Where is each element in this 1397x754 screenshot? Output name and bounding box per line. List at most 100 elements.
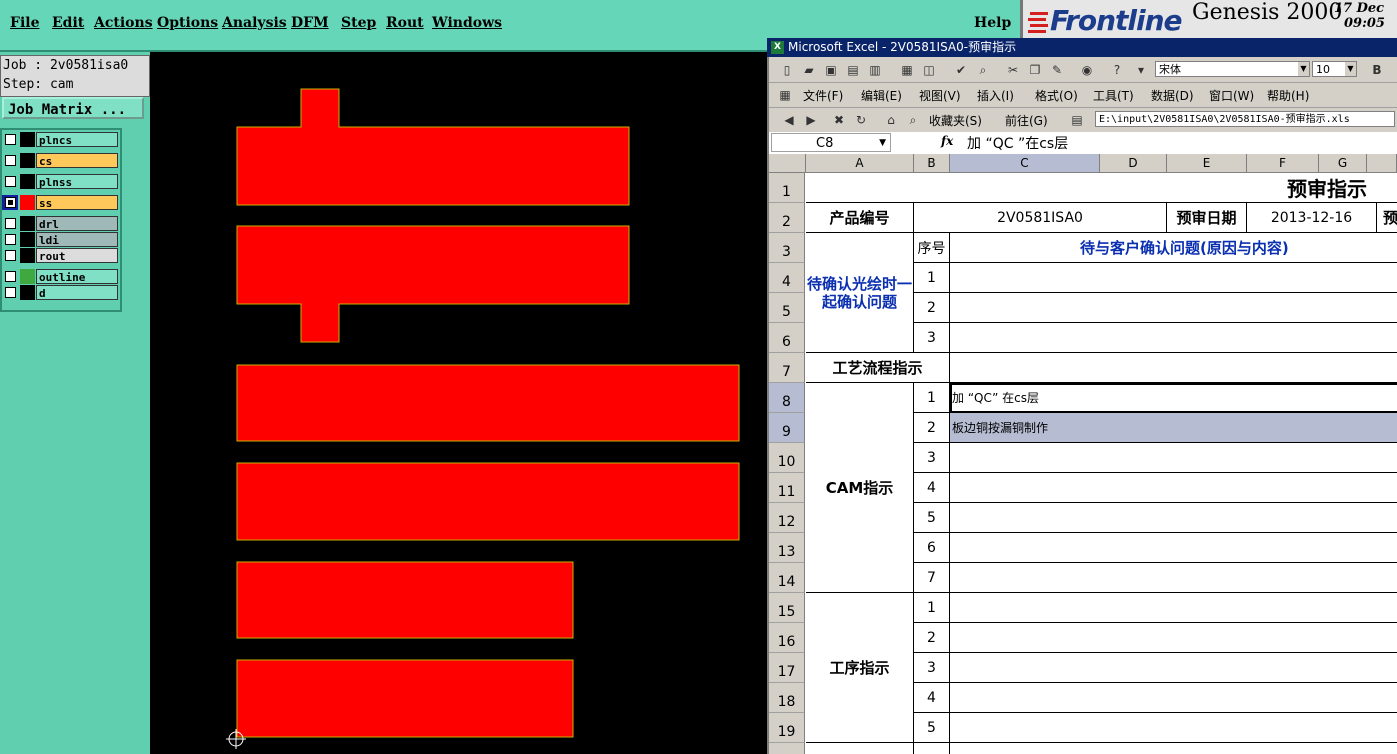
menu-step[interactable]: Step xyxy=(341,15,376,31)
row-header[interactable]: 6 xyxy=(769,323,805,353)
job-matrix-button[interactable]: Job Matrix ... xyxy=(2,97,144,119)
layer-checkbox[interactable] xyxy=(5,134,16,145)
layer-name[interactable]: plncs xyxy=(36,132,118,147)
op-seq-number[interactable]: 3 xyxy=(914,653,950,683)
column-header[interactable]: E xyxy=(1167,154,1247,173)
op-seq-number[interactable]: 1 xyxy=(914,593,950,623)
layer-row-drl[interactable]: drl xyxy=(2,216,118,231)
layer-row-cs[interactable]: cs xyxy=(2,153,118,168)
seq-header[interactable]: 序号 xyxy=(914,233,950,263)
row-header[interactable]: 13 xyxy=(769,533,805,563)
print-icon[interactable]: ▥ xyxy=(867,62,883,78)
layer-checkbox[interactable] xyxy=(5,234,16,245)
layer-checkbox[interactable] xyxy=(5,176,16,187)
row-header[interactable]: 16 xyxy=(769,623,805,653)
refresh-icon[interactable]: ↻ xyxy=(853,112,869,128)
search-web-icon[interactable]: ⌕ xyxy=(905,112,921,128)
layer-name[interactable]: drl xyxy=(36,216,118,231)
menu-dfm[interactable]: DFM xyxy=(291,15,329,31)
menu-help[interactable]: Help xyxy=(974,15,1011,31)
menu-edit[interactable]: Edit xyxy=(52,15,84,31)
menu-options[interactable]: Options xyxy=(157,15,218,31)
format-painter-icon[interactable]: ✎ xyxy=(1049,62,1065,78)
show-web-toolbar-icon[interactable]: ▤ xyxy=(1069,112,1085,128)
xmenu-insert[interactable]: 插入(I) xyxy=(977,87,1014,104)
layer-row-ldi[interactable]: ldi xyxy=(2,232,118,247)
confirm-content-cell[interactable] xyxy=(950,323,1397,353)
back-icon[interactable]: ◀ xyxy=(781,112,797,128)
layer-checkbox[interactable] xyxy=(5,155,16,166)
op-content-cell[interactable] xyxy=(950,653,1397,683)
layer-color-swatch[interactable] xyxy=(20,248,35,263)
cam-seq-number[interactable]: 7 xyxy=(914,563,950,593)
cut-icon[interactable]: ✂ xyxy=(1005,62,1021,78)
layer-checkbox[interactable] xyxy=(5,250,16,261)
layer-checkbox[interactable] xyxy=(5,271,16,282)
font-name-combo[interactable]: 宋体 ▼ xyxy=(1155,61,1310,77)
row-header[interactable]: 1 xyxy=(769,173,805,203)
font-size-combo[interactable]: 10 ▼ xyxy=(1312,61,1357,77)
cam-seq-number[interactable]: 3 xyxy=(914,443,950,473)
row-header[interactable]: 17 xyxy=(769,653,805,683)
layer-color-swatch[interactable] xyxy=(20,174,35,189)
save-icon[interactable]: ▣ xyxy=(823,62,839,78)
layer-color-swatch[interactable] xyxy=(20,153,35,168)
menu-actions[interactable]: Actions xyxy=(94,15,153,31)
row-header[interactable]: 15 xyxy=(769,593,805,623)
column-header[interactable]: C xyxy=(950,154,1100,173)
review-date-value[interactable]: 2013-12-16 xyxy=(1247,203,1377,233)
new-icon[interactable]: ▯ xyxy=(779,62,795,78)
cam-content-cell[interactable] xyxy=(950,503,1397,533)
cam-seq-number[interactable]: 1 xyxy=(914,383,950,413)
dropdown-arrow-icon[interactable]: ▼ xyxy=(1298,62,1309,76)
layer-name[interactable]: cs xyxy=(36,153,118,168)
xmenu-window[interactable]: 窗口(W) xyxy=(1209,87,1254,104)
layer-checkbox[interactable] xyxy=(5,218,16,229)
process-label[interactable]: 工艺流程指示 xyxy=(806,353,950,383)
layer-color-swatch[interactable] xyxy=(20,216,35,231)
product-no-label[interactable]: 产品编号 xyxy=(806,203,914,233)
cam-content-cell[interactable] xyxy=(950,443,1397,473)
menu-file[interactable]: File xyxy=(10,15,39,31)
hyperlink-icon[interactable]: ◉ xyxy=(1079,62,1095,78)
op-content-cell[interactable] xyxy=(950,623,1397,653)
layer-checkbox[interactable] xyxy=(5,287,16,298)
permission-icon[interactable]: ▤ xyxy=(845,62,861,78)
xmenu-file[interactable]: 文件(F) xyxy=(803,87,843,104)
cam-instructions-label[interactable]: CAM指示 xyxy=(806,383,914,593)
cam-content-cell[interactable] xyxy=(950,533,1397,563)
column-header[interactable]: B xyxy=(914,154,950,173)
xmenu-format[interactable]: 格式(O) xyxy=(1035,87,1078,104)
layer-row-d[interactable]: d xyxy=(2,285,118,300)
op-seq-number[interactable]: 2 xyxy=(914,623,950,653)
confirm-content-cell[interactable] xyxy=(950,293,1397,323)
row-header[interactable]: 4 xyxy=(769,263,805,293)
goto-menu[interactable]: 前往(G) xyxy=(1005,112,1048,129)
dropdown-arrow-icon[interactable]: ▼ xyxy=(1345,62,1356,76)
op-seq-number[interactable]: 4 xyxy=(914,683,950,713)
column-header[interactable]: F xyxy=(1247,154,1319,173)
row-header[interactable]: 9 xyxy=(769,413,805,443)
cell-empty[interactable] xyxy=(950,743,1397,754)
address-field[interactable]: E:\input\2V0581ISA0\2V0581ISA0-预审指示.xls xyxy=(1095,111,1395,127)
copy-icon[interactable]: ❐ xyxy=(1027,62,1043,78)
layer-color-swatch[interactable] xyxy=(20,232,35,247)
row-header[interactable]: 11 xyxy=(769,473,805,503)
cam-seq-number[interactable]: 5 xyxy=(914,503,950,533)
home-icon[interactable]: ⌂ xyxy=(883,112,899,128)
op-content-cell[interactable] xyxy=(950,593,1397,623)
process-value[interactable] xyxy=(950,353,1397,383)
column-header[interactable]: A xyxy=(806,154,914,173)
bold-icon[interactable]: B xyxy=(1369,62,1385,78)
xmenu-data[interactable]: 数据(D) xyxy=(1151,87,1194,104)
cam-content-cell[interactable]: 板边铜按漏铜制作 xyxy=(950,413,1397,443)
research-icon[interactable]: ⌕ xyxy=(975,62,991,78)
forward-icon[interactable]: ▶ xyxy=(803,112,819,128)
cam-seq-number[interactable]: 4 xyxy=(914,473,950,503)
fx-icon[interactable]: fx xyxy=(941,134,953,148)
row-header[interactable]: 12 xyxy=(769,503,805,533)
row-header[interactable]: 18 xyxy=(769,683,805,713)
xmenu-view[interactable]: 视图(V) xyxy=(919,87,961,104)
op-seq-number[interactable]: 5 xyxy=(914,713,950,743)
menu-analysis[interactable]: Analysis xyxy=(222,15,287,31)
